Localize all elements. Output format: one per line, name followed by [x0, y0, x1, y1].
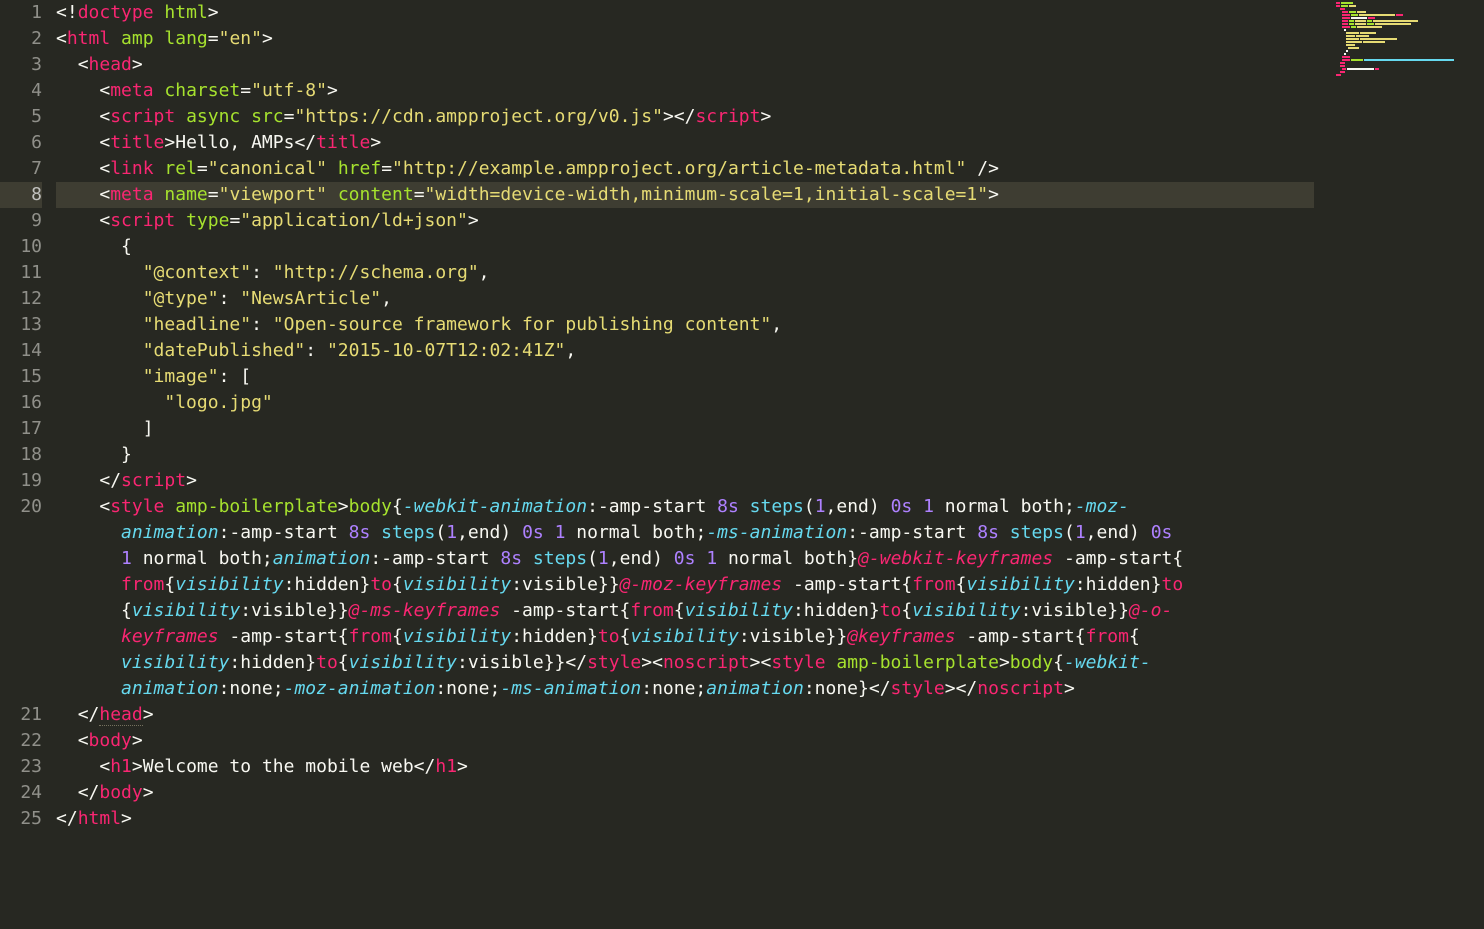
line-number: 9 — [0, 208, 42, 234]
minimap-line — [1336, 17, 1482, 19]
code-line[interactable]: "@context": "http://schema.org", — [56, 260, 1314, 286]
minimap-line — [1336, 38, 1482, 40]
line-number: 2 — [0, 26, 42, 52]
minimap-line — [1336, 62, 1482, 64]
line-number: 11 — [0, 260, 42, 286]
code-line[interactable]: </html> — [56, 806, 1314, 832]
line-number: 15 — [0, 364, 42, 390]
line-number: 21 — [0, 702, 42, 728]
minimap-line — [1336, 56, 1482, 58]
code-line-wrap[interactable]: {visibility:visible}}@-ms-keyframes -amp… — [56, 598, 1314, 624]
minimap[interactable] — [1334, 0, 1484, 929]
minimap-line — [1336, 53, 1482, 55]
minimap-line — [1336, 11, 1482, 13]
line-number: 25 — [0, 806, 42, 832]
minimap-line — [1336, 35, 1482, 37]
line-number-gutter: 1234567891011121314151617181920 21222324… — [0, 0, 56, 929]
line-number: 7 — [0, 156, 42, 182]
line-number: 12 — [0, 286, 42, 312]
minimap-line — [1336, 8, 1482, 10]
line-number: 5 — [0, 104, 42, 130]
line-number: 1 — [0, 0, 42, 26]
code-line[interactable]: </script> — [56, 468, 1314, 494]
code-line-wrap[interactable]: animation:none;-moz-animation:none;-ms-a… — [56, 676, 1314, 702]
line-number: 18 — [0, 442, 42, 468]
code-line-wrap[interactable]: 1 normal both;animation:-amp-start 8s st… — [56, 546, 1314, 572]
code-line[interactable]: <title>Hello, AMPs</title> — [56, 130, 1314, 156]
code-line[interactable]: <head> — [56, 52, 1314, 78]
minimap-line — [1336, 74, 1482, 76]
line-number: 24 — [0, 780, 42, 806]
code-line-wrap[interactable]: from{visibility:hidden}to{visibility:vis… — [56, 572, 1314, 598]
code-line[interactable]: { — [56, 234, 1314, 260]
minimap-line — [1336, 50, 1482, 52]
minimap-line — [1336, 20, 1482, 22]
code-line[interactable]: <h1>Welcome to the mobile web</h1> — [56, 754, 1314, 780]
minimap-line — [1336, 32, 1482, 34]
minimap-line — [1336, 23, 1482, 25]
minimap-line — [1336, 26, 1482, 28]
code-editor[interactable]: 1234567891011121314151617181920 21222324… — [0, 0, 1484, 929]
line-number: 19 — [0, 468, 42, 494]
minimap-line — [1336, 5, 1482, 7]
minimap-line — [1336, 44, 1482, 46]
minimap-line — [1336, 47, 1482, 49]
code-line[interactable]: ] — [56, 416, 1314, 442]
code-area[interactable]: <!doctype html><html amp lang="en"> <hea… — [56, 0, 1484, 929]
minimap-line — [1336, 65, 1482, 67]
line-number: 17 — [0, 416, 42, 442]
minimap-line — [1336, 14, 1482, 16]
code-line[interactable]: <style amp-boilerplate>body{-webkit-anim… — [56, 494, 1314, 520]
line-number: 6 — [0, 130, 42, 156]
minimap-line — [1336, 2, 1482, 4]
minimap-line — [1336, 59, 1482, 61]
code-line[interactable]: <script type="application/ld+json"> — [56, 208, 1314, 234]
code-line[interactable]: </body> — [56, 780, 1314, 806]
code-line[interactable]: "logo.jpg" — [56, 390, 1314, 416]
line-number: 3 — [0, 52, 42, 78]
code-line[interactable]: <script async src="https://cdn.ampprojec… — [56, 104, 1314, 130]
code-line[interactable]: <!doctype html> — [56, 0, 1314, 26]
minimap-line — [1336, 71, 1482, 73]
code-line[interactable]: "@type": "NewsArticle", — [56, 286, 1314, 312]
code-line-wrap[interactable]: keyframes -amp-start{from{visibility:hid… — [56, 624, 1314, 650]
code-line[interactable]: <body> — [56, 728, 1314, 754]
line-number: 8 — [0, 182, 42, 208]
line-number: 20 — [0, 494, 42, 520]
line-number: 23 — [0, 754, 42, 780]
line-number: 10 — [0, 234, 42, 260]
line-number: 4 — [0, 78, 42, 104]
code-line[interactable]: "datePublished": "2015-10-07T12:02:41Z", — [56, 338, 1314, 364]
code-line[interactable]: </head> — [56, 702, 1314, 728]
line-number: 16 — [0, 390, 42, 416]
minimap-line — [1336, 41, 1482, 43]
line-number: 14 — [0, 338, 42, 364]
code-line[interactable]: <meta charset="utf-8"> — [56, 78, 1314, 104]
minimap-line — [1336, 68, 1482, 70]
code-line-wrap[interactable]: animation:-amp-start 8s steps(1,end) 0s … — [56, 520, 1314, 546]
minimap-line — [1336, 29, 1482, 31]
code-line[interactable]: "headline": "Open-source framework for p… — [56, 312, 1314, 338]
code-line[interactable]: <link rel="canonical" href="http://examp… — [56, 156, 1314, 182]
code-line[interactable]: <html amp lang="en"> — [56, 26, 1314, 52]
code-line[interactable]: "image": [ — [56, 364, 1314, 390]
code-line-wrap[interactable]: visibility:hidden}to{visibility:visible}… — [56, 650, 1314, 676]
line-number: 13 — [0, 312, 42, 338]
code-line[interactable]: <meta name="viewport" content="width=dev… — [56, 182, 1314, 208]
line-number: 22 — [0, 728, 42, 754]
code-line[interactable]: } — [56, 442, 1314, 468]
